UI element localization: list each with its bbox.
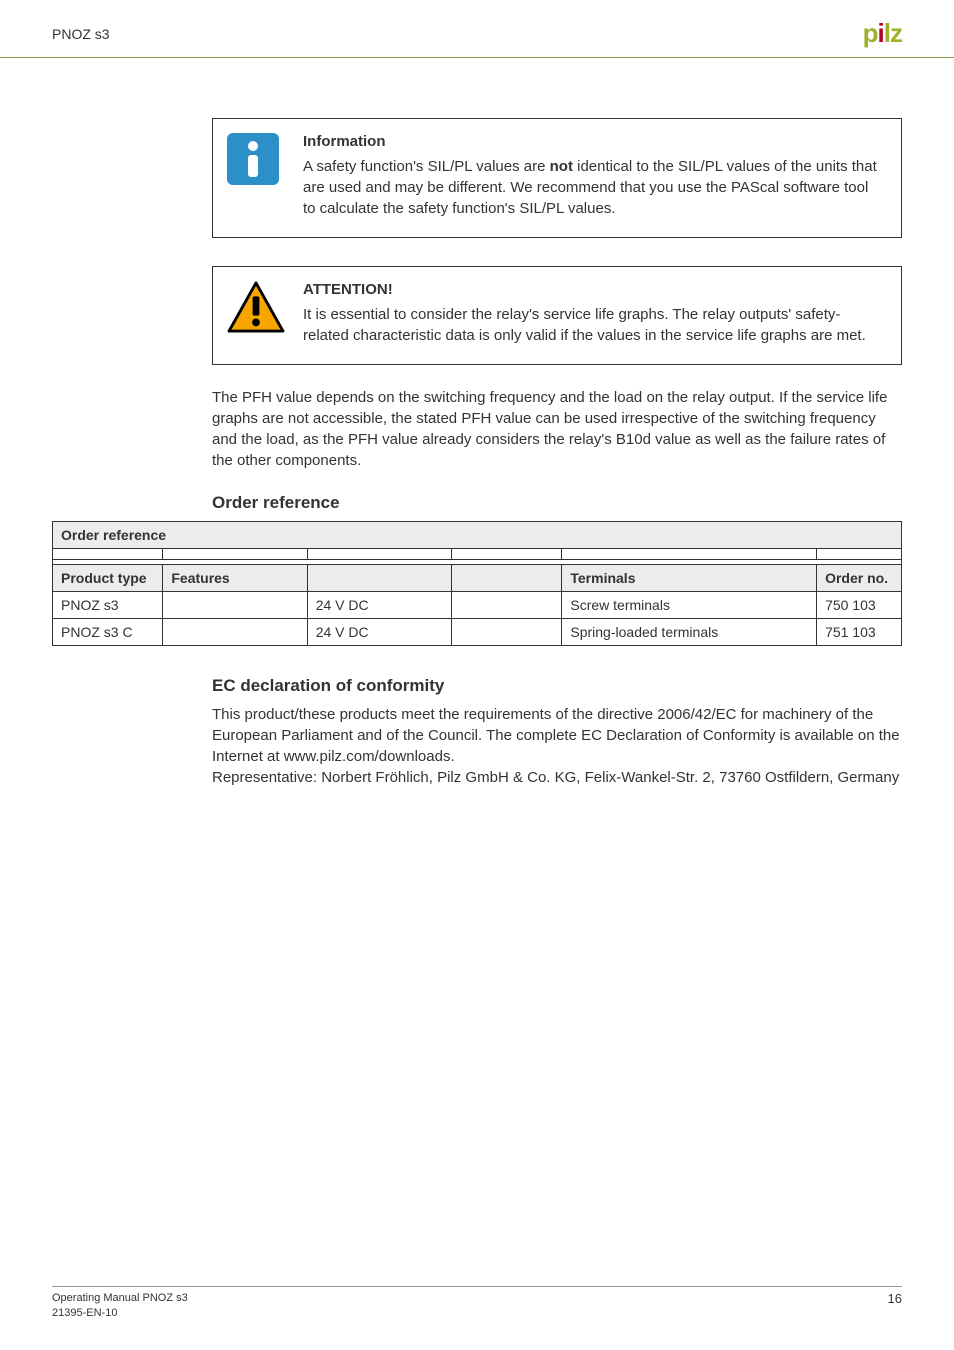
info-body: A safety function's SIL/PL values are no… xyxy=(303,156,883,219)
table-row: PNOZ s3 C 24 V DC Spring-loaded terminal… xyxy=(53,619,902,646)
col-order-no: Order no. xyxy=(817,565,902,592)
content-area: Information A safety function's SIL/PL v… xyxy=(0,118,954,788)
attention-box: ATTENTION! It is essential to consider t… xyxy=(212,266,902,365)
ec-body: This product/these products meet the req… xyxy=(212,704,902,788)
footer-line2: 21395-EN-10 xyxy=(52,1306,188,1320)
attention-body: It is essential to consider the relay's … xyxy=(303,304,883,346)
col-product-type: Product type xyxy=(53,565,163,592)
info-icon xyxy=(227,133,297,188)
footer-page-number: 16 xyxy=(888,1291,902,1306)
order-reference-heading: Order reference xyxy=(212,493,902,513)
attention-heading: ATTENTION! xyxy=(303,281,883,298)
order-reference-table: Order reference Product type Features Te… xyxy=(52,521,902,646)
ec-heading: EC declaration of conformity xyxy=(212,676,902,696)
footer-line1: Operating Manual PNOZ s3 xyxy=(52,1291,188,1305)
header-title: PNOZ s3 xyxy=(52,26,110,42)
info-heading: Information xyxy=(303,133,883,150)
page-footer: Operating Manual PNOZ s3 21395-EN-10 16 xyxy=(52,1286,902,1320)
pilz-logo: pilz xyxy=(863,18,902,49)
col-blank1 xyxy=(307,565,451,592)
col-blank2 xyxy=(452,565,562,592)
pfh-paragraph: The PFH value depends on the switching f… xyxy=(212,387,902,471)
page-header: PNOZ s3 pilz xyxy=(0,0,954,58)
table-title: Order reference xyxy=(53,522,902,549)
attention-icon xyxy=(227,281,297,336)
info-box: Information A safety function's SIL/PL v… xyxy=(212,118,902,238)
table-row: PNOZ s3 24 V DC Screw terminals 750 103 xyxy=(53,592,902,619)
col-terminals: Terminals xyxy=(562,565,817,592)
col-features: Features xyxy=(163,565,307,592)
